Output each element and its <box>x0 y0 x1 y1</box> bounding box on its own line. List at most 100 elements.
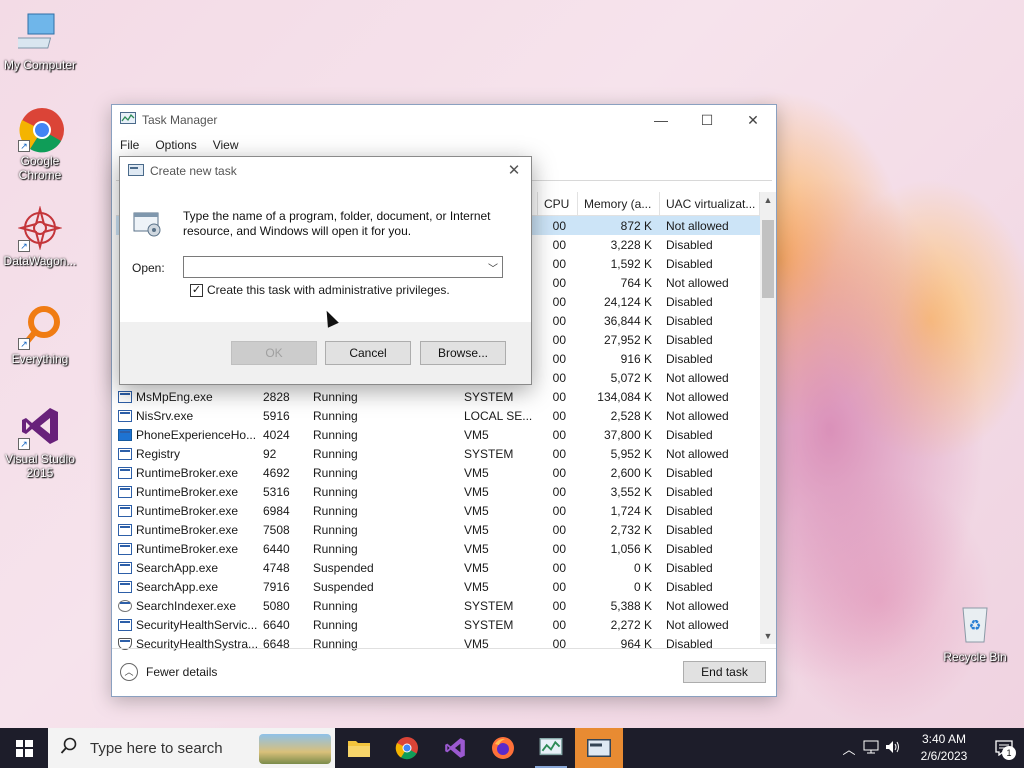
minimize-button[interactable]: — <box>638 105 684 135</box>
table-row[interactable]: MsMpEng.exe 2828 Running SYSTEM 00 134,084 K N… <box>116 387 776 406</box>
admin-privileges-option[interactable]: ✓ Create this task with administrative p… <box>190 283 450 297</box>
cell-user: VM5 <box>464 484 489 499</box>
desktop-icon-my-computer[interactable]: My Computer <box>0 10 80 72</box>
close-button[interactable]: ✕ <box>730 105 776 135</box>
recycle-bin-icon: ♻ <box>953 602 997 646</box>
open-combobox[interactable]: ﹀ <box>183 256 503 278</box>
clock-date: 2/6/2023 <box>920 749 968 763</box>
process-name: RuntimeBroker.exe <box>136 465 239 480</box>
end-task-button[interactable]: End task <box>683 661 766 683</box>
table-row[interactable]: Registry 92 Running SYSTEM 00 5,952 K Not allo… <box>116 444 776 463</box>
taskbar-run-dialog[interactable] <box>575 728 623 768</box>
run-program-icon <box>133 209 163 237</box>
cell-name: MsMpEng.exe <box>116 390 259 404</box>
dialog-close-icon[interactable]: ✕ <box>503 161 525 181</box>
cell-cpu: 00 <box>552 484 566 499</box>
chevron-up-icon[interactable]: ︿ <box>838 739 860 758</box>
cell-cpu: 00 <box>552 522 566 537</box>
cell-cpu: 00 <box>552 446 566 461</box>
taskbar-chrome[interactable] <box>383 728 431 768</box>
cell-pid: 6440 <box>263 541 290 556</box>
cell-user: SYSTEM <box>464 446 514 461</box>
desktop-icon-google-chrome[interactable]: ↗ Google Chrome <box>0 106 80 182</box>
fewer-details-toggle[interactable]: ︿ Fewer details <box>120 663 217 681</box>
scroll-down-icon[interactable]: ▼ <box>760 628 776 644</box>
column-header-cpu[interactable]: CPU <box>538 192 578 215</box>
table-row[interactable]: RuntimeBroker.exe 7508 Running VM5 00 2,732 K… <box>116 520 776 539</box>
menu-options[interactable]: Options <box>155 138 196 152</box>
taskbar-firefox[interactable] <box>479 728 527 768</box>
table-row[interactable]: RuntimeBroker.exe 6984 Running VM5 00 1,724 K… <box>116 501 776 520</box>
cell-memory: 5,072 K <box>610 370 652 385</box>
cell-uac: Disabled <box>666 313 713 328</box>
process-icon <box>118 542 132 555</box>
visual-studio-icon: ↗ <box>18 404 62 450</box>
maximize-button[interactable]: ☐ <box>684 105 730 135</box>
cell-memory: 764 K <box>620 275 652 290</box>
cell-user: VM5 <box>464 427 489 442</box>
cell-user: SYSTEM <box>464 389 514 404</box>
notification-center-button[interactable]: 1 <box>984 728 1024 768</box>
admin-privileges-checkbox[interactable]: ✓ <box>190 283 203 297</box>
cell-memory: 1,724 K <box>610 503 652 518</box>
table-row[interactable]: NisSrv.exe 5916 Running LOCAL SE... 00 2,528 … <box>116 406 776 425</box>
taskbar-task-manager[interactable] <box>527 728 575 768</box>
table-row[interactable]: RuntimeBroker.exe 5316 Running VM5 00 3,552 K… <box>116 482 776 501</box>
ok-button[interactable]: OK <box>231 341 317 365</box>
cell-pid: 6640 <box>263 617 290 632</box>
desktop-icon-datawagon[interactable]: ↗ DataWagon... <box>0 205 80 268</box>
cell-uac: Disabled <box>666 522 713 537</box>
cancel-button[interactable]: Cancel <box>325 341 411 365</box>
table-row[interactable]: SearchApp.exe 4748 Suspended VM5 00 0 K Disabl… <box>116 558 776 577</box>
table-row[interactable]: RuntimeBroker.exe 6440 Running VM5 00 1,056 K… <box>116 539 776 558</box>
folder-icon <box>348 741 370 757</box>
cell-user: VM5 <box>464 541 489 556</box>
computer-icon <box>11 10 62 54</box>
clock[interactable]: 3:40 AM 2/6/2023 <box>904 731 984 765</box>
desktop-icon-everything[interactable]: ↗ Everything <box>0 304 80 366</box>
chevron-down-icon[interactable]: ﹀ <box>484 260 502 275</box>
firefox-icon <box>492 737 514 759</box>
taskbar: Type here to search ︿ 3:40 AM 2/6/2023 1 <box>0 728 1024 768</box>
network-icon[interactable] <box>860 740 882 757</box>
volume-icon[interactable] <box>882 740 904 757</box>
cell-cpu: 00 <box>552 598 566 613</box>
close-icon: ✕ <box>747 111 759 128</box>
process-icon <box>118 599 132 612</box>
cell-cpu: 00 <box>552 541 566 556</box>
task-manager-titlebar[interactable]: Task Manager — ☐ ✕ <box>112 105 776 135</box>
column-header-uac[interactable]: UAC virtualizat... <box>660 192 760 215</box>
browse-button[interactable]: Browse... <box>420 341 506 365</box>
desktop-icon-label: Visual Studio 2015 <box>5 452 75 480</box>
menu-view[interactable]: View <box>213 138 239 152</box>
column-header-memory[interactable]: Memory (a... <box>578 192 660 215</box>
desktop-icon-recycle-bin[interactable]: ♻ Recycle Bin <box>935 602 1015 664</box>
table-row[interactable]: SearchApp.exe 7916 Suspended VM5 00 0 K Disabl… <box>116 577 776 596</box>
open-input[interactable] <box>184 257 484 277</box>
scroll-thumb[interactable] <box>762 220 774 298</box>
dialog-titlebar[interactable]: Create new task ✕ <box>120 157 531 185</box>
taskbar-file-explorer[interactable] <box>335 728 383 768</box>
table-row[interactable]: PhoneExperienceHo... 4024 Running VM5 00 37,8… <box>116 425 776 444</box>
taskbar-search[interactable]: Type here to search <box>48 728 335 768</box>
vertical-scrollbar[interactable]: ▲ ▼ <box>760 192 776 644</box>
start-button[interactable] <box>0 728 48 768</box>
cell-uac: Not allowed <box>666 275 729 290</box>
process-icon <box>118 580 132 593</box>
desktop-icon-visual-studio[interactable]: ↗ Visual Studio 2015 <box>0 404 80 480</box>
cell-cpu: 00 <box>552 617 566 632</box>
cell-name: Registry <box>116 447 259 461</box>
cell-cpu: 00 <box>552 579 566 594</box>
menu-file[interactable]: File <box>120 138 139 152</box>
scroll-up-icon[interactable]: ▲ <box>760 192 776 208</box>
cell-pid: 2828 <box>263 389 290 404</box>
cell-cpu: 00 <box>552 256 566 271</box>
table-row[interactable]: SecurityHealthServic... 6640 Running SYSTEM… <box>116 615 776 634</box>
table-row[interactable]: RuntimeBroker.exe 4692 Running VM5 00 2,600 K… <box>116 463 776 482</box>
table-row[interactable]: SearchIndexer.exe 5080 Running SYSTEM 00 5,38… <box>116 596 776 615</box>
cell-user: SYSTEM <box>464 617 514 632</box>
cell-pid: 92 <box>263 446 277 461</box>
cell-uac: Disabled <box>666 465 713 480</box>
taskbar-visual-studio[interactable] <box>431 728 479 768</box>
cell-cpu: 00 <box>552 237 566 252</box>
